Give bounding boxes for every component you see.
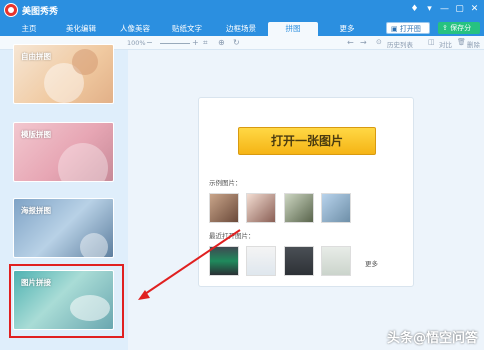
- crop-icon[interactable]: ⌗: [203, 38, 208, 48]
- delete-label[interactable]: 删除: [467, 39, 480, 49]
- recent-thumbnail[interactable]: [246, 246, 276, 276]
- more-link[interactable]: 更多: [365, 258, 378, 268]
- decorative-circle: [58, 143, 108, 181]
- app-logo-icon: [4, 3, 18, 17]
- menu-icon[interactable]: ▾: [423, 3, 436, 15]
- sample-thumbnail[interactable]: [321, 193, 351, 223]
- recent-thumbnail[interactable]: [321, 246, 351, 276]
- sample-thumbnail[interactable]: [284, 193, 314, 223]
- main-tab-bar: 主页 美化编辑 人像美容 贴纸文字 边框场景 拼图 更多 ▣ 打开图片 ⇪ 保存…: [0, 20, 484, 45]
- collage-mode-poster[interactable]: 海报拼图: [13, 198, 114, 258]
- sample-thumbnail[interactable]: [209, 193, 239, 223]
- tab-collage[interactable]: 拼图: [268, 22, 318, 36]
- zoom-level: 100%: [127, 39, 146, 47]
- compare-icon[interactable]: ◫: [428, 38, 435, 46]
- tab-home[interactable]: 主页: [14, 22, 44, 36]
- rotate-icon[interactable]: ↻: [233, 38, 240, 47]
- close-button[interactable]: ✕: [468, 3, 481, 15]
- share-icon: ⇪: [442, 24, 448, 32]
- collage-mode-free[interactable]: 自由拼图: [13, 44, 114, 104]
- tab-portrait[interactable]: 人像美容: [116, 22, 154, 36]
- undo-icon[interactable]: ←: [347, 38, 354, 47]
- open-image-button[interactable]: ▣ 打开图片: [386, 22, 430, 45]
- skin-icon[interactable]: ♦: [408, 3, 421, 15]
- sample-thumbnail[interactable]: [246, 193, 276, 223]
- maximize-button[interactable]: ▢: [453, 3, 466, 15]
- window-controls: ♦ ▾ — ▢ ✕: [408, 3, 481, 15]
- collage-mode-label: 自由拼图: [21, 52, 51, 61]
- highlight-box: [9, 264, 124, 338]
- collage-mode-label: 海报拼图: [21, 206, 51, 215]
- tab-beautify[interactable]: 美化编辑: [62, 22, 100, 36]
- title-bar: 美图秀秀 ♦ ▾ — ▢ ✕: [0, 0, 484, 20]
- app-title: 美图秀秀: [22, 7, 59, 17]
- history-list-label[interactable]: 历史列表: [387, 39, 413, 49]
- minimize-button[interactable]: —: [438, 3, 451, 15]
- collage-mode-label: 模版拼图: [21, 130, 51, 139]
- open-one-image-button[interactable]: 打开一张图片: [238, 127, 376, 155]
- sample-images-label: 示例图片：: [209, 179, 242, 187]
- tab-stickers-text[interactable]: 贴纸文字: [168, 22, 206, 36]
- recent-images-label: 最近打开图片：: [209, 232, 255, 240]
- watermark: 头条@悟空问答: [386, 331, 478, 346]
- save-share-button[interactable]: ⇪ 保存分享: [438, 22, 480, 44]
- collage-mode-template[interactable]: 模版拼图: [13, 122, 114, 182]
- recent-thumbnail[interactable]: [284, 246, 314, 276]
- decorative-circle: [80, 233, 108, 257]
- magnifier-icon[interactable]: ⊕: [218, 38, 225, 47]
- history-icon[interactable]: ⊙: [376, 38, 382, 46]
- image-icon: ▣: [391, 25, 398, 33]
- compare-label[interactable]: 对比: [439, 39, 452, 49]
- tab-frames-scenes[interactable]: 边框场景: [222, 22, 260, 36]
- start-card: 打开一张图片 示例图片： 最近打开图片： 更多: [198, 97, 414, 287]
- recent-thumbnail[interactable]: [209, 246, 239, 276]
- delete-icon[interactable]: 🗑: [457, 38, 466, 46]
- tab-more[interactable]: 更多: [334, 22, 360, 36]
- redo-icon[interactable]: →: [360, 38, 367, 47]
- zoom-in-icon[interactable]: +: [192, 38, 199, 47]
- zoom-slider[interactable]: [160, 43, 190, 44]
- decorative-circle: [72, 49, 98, 75]
- zoom-out-icon[interactable]: −: [146, 38, 153, 47]
